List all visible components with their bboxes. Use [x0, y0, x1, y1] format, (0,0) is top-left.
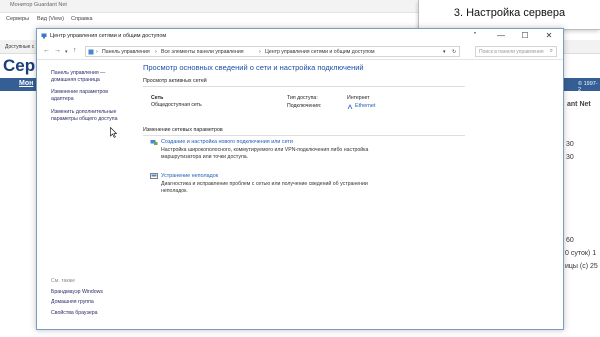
background-value: 60 — [566, 237, 574, 244]
chevron-right-icon: › — [155, 49, 157, 55]
minimize-button[interactable]: — — [491, 30, 511, 42]
breadcrumb-network-center[interactable]: Центр управления сетями и общим доступом — [265, 49, 375, 55]
up-arrow-icon[interactable]: ↑ — [73, 47, 77, 54]
menu-servers[interactable]: Серверы — [6, 16, 29, 22]
mouse-cursor-icon — [110, 127, 117, 138]
network-name: Сеть — [151, 95, 164, 101]
background-window-title: Монитор Guardant Net — [10, 2, 67, 8]
chevron-right-icon: › — [259, 49, 261, 55]
page-title: Просмотр основных сведений о сети и наст… — [143, 63, 364, 72]
setup-new-connection-link[interactable]: Создание и настройка нового подключения … — [161, 139, 293, 145]
setup-new-connection-description: Настройка широкополосного, коммутируемог… — [161, 147, 369, 160]
troubleshoot-icon — [150, 173, 158, 179]
troubleshoot-link[interactable]: Устранение неполадок — [161, 173, 218, 179]
ethernet-connection-link[interactable]: Ethernet — [355, 103, 375, 109]
connections-label: Подключения: — [287, 103, 322, 109]
search-box[interactable]: Поиск в панели управления ⌕ — [475, 46, 557, 57]
available-servers-tab[interactable]: Доступные с — [5, 44, 34, 50]
chevron-down-icon[interactable]: ▾ — [443, 49, 446, 55]
chevron-right-icon: › — [96, 49, 98, 55]
search-input[interactable]: Поиск в панели управления — [479, 49, 544, 55]
troubleshoot-description: Диагностика и исправление проблем с сеть… — [161, 181, 368, 194]
new-connection-icon — [150, 140, 158, 145]
search-icon[interactable]: ⌕ — [550, 48, 553, 55]
breadcrumb-all-items[interactable]: Все элементы панели управления — [161, 49, 244, 55]
change-adapter-settings-link[interactable]: Изменение параметров адаптера — [51, 89, 108, 103]
refresh-icon[interactable]: ↻ — [452, 49, 456, 55]
breadcrumb-control-panel[interactable]: Панель управления — [102, 49, 150, 55]
network-icon — [41, 33, 47, 39]
menu-view[interactable]: Вид (View) — [37, 16, 64, 22]
advanced-sharing-settings-link[interactable]: Изменить дополнительные параметры общего… — [51, 109, 117, 123]
access-type-value: Интернет — [347, 95, 370, 101]
homegroup-link[interactable]: Домашняя группа — [51, 299, 94, 306]
background-value: ицы (с) 25 — [565, 263, 598, 270]
internet-options-link[interactable]: Свойства браузера — [51, 310, 97, 317]
pin-icon[interactable]: " — [465, 30, 485, 42]
address-bar[interactable]: › Панель управления › Все элементы панел… — [85, 46, 460, 57]
forward-arrow-icon[interactable]: → — [54, 47, 61, 54]
back-arrow-icon[interactable]: ← — [43, 47, 50, 54]
background-nav-link[interactable]: Мон — [19, 80, 33, 87]
close-button[interactable]: ✕ — [539, 30, 559, 42]
divider — [143, 135, 465, 136]
control-panel-home-link[interactable]: Панель управления — домашняя страница — [51, 70, 105, 84]
background-value: 0 суток) 1 — [565, 250, 597, 257]
address-bar-row: ← → ▾ ↑ › Панель управления › Все элемен… — [37, 44, 563, 60]
active-networks-heading: Просмотр активных сетей — [143, 78, 207, 84]
chevron-down-icon[interactable]: ▾ — [65, 49, 68, 55]
background-copyright: © 1997-2 — [578, 81, 598, 93]
see-also-label: См. также — [51, 278, 76, 284]
step-banner-text: 3. Настройка сервера — [453, 7, 566, 19]
divider — [143, 86, 465, 87]
background-value: 30 — [566, 154, 574, 161]
window-title: Центр управления сетями и общим доступом — [50, 33, 167, 39]
menu-help[interactable]: Справка — [71, 16, 93, 22]
window-titlebar: Центр управления сетями и общим доступом… — [37, 29, 563, 44]
change-settings-heading: Изменение сетевых параметров — [143, 127, 223, 133]
maximize-button[interactable]: ☐ — [515, 30, 535, 42]
network-sharing-center-window: Центр управления сетями и общим доступом… — [36, 28, 564, 330]
ethernet-icon — [347, 104, 353, 110]
background-value: 30 — [566, 141, 574, 148]
windows-firewall-link[interactable]: Брандмауэр Windows — [51, 289, 103, 296]
network-type-link[interactable]: Общедоступная сеть — [151, 102, 202, 109]
step-banner: 3. Настройка сервера — [418, 0, 600, 30]
control-panel-icon — [88, 49, 94, 55]
background-product-text: ant Net — [567, 101, 591, 108]
access-type-label: Тип доступа: — [287, 95, 318, 101]
